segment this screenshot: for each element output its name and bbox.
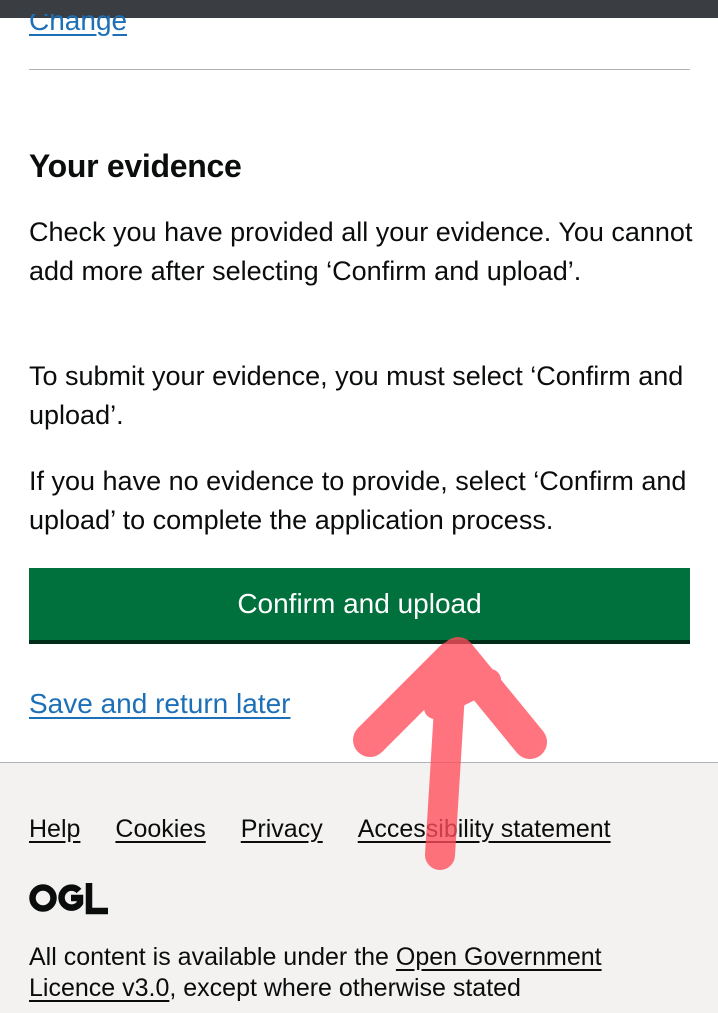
licence-text: All content is available under the Open … — [29, 942, 689, 1004]
footer-link-help[interactable]: Help — [29, 813, 80, 845]
footer: Help Cookies Privacy Accessibility state… — [0, 762, 718, 1013]
footer-link-accessibility-statement[interactable]: Accessibility statement — [358, 813, 611, 845]
confirm-and-upload-button[interactable]: Confirm and upload — [29, 568, 690, 644]
ogl-logo-icon — [29, 883, 108, 915]
footer-link-privacy[interactable]: Privacy — [241, 813, 323, 845]
licence-suffix: , except where otherwise stated — [169, 974, 521, 1002]
footer-link-cookies[interactable]: Cookies — [115, 813, 205, 845]
section-divider — [29, 69, 690, 70]
licence-prefix: All content is available under the — [29, 943, 396, 971]
save-and-return-later-link[interactable]: Save and return later — [29, 685, 291, 723]
no-evidence-instructions-paragraph: If you have no evidence to provide, sele… — [29, 466, 687, 535]
footer-links: Help Cookies Privacy Accessibility state… — [29, 813, 611, 845]
evidence-instructions-paragraph: Check you have provided all your evidenc… — [29, 217, 693, 286]
page-heading: Your evidence — [29, 148, 242, 184]
submit-instructions-paragraph: To submit your evidence, you must select… — [29, 361, 684, 430]
